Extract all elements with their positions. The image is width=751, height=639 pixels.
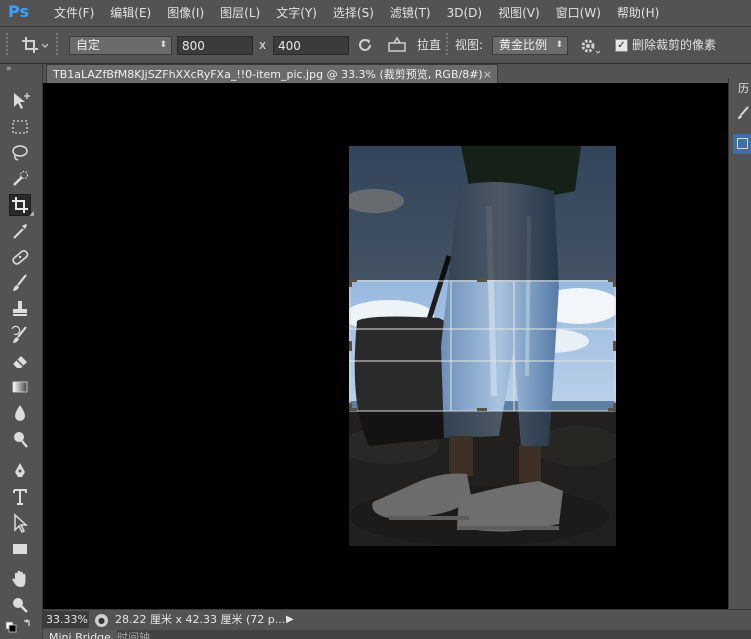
times-sign: x — [259, 38, 267, 52]
menu-3d[interactable]: 3D(D) — [439, 0, 490, 26]
view-label: 视图: — [455, 38, 484, 52]
submenu-corner-icon: ◢ — [29, 210, 34, 217]
document-profile-icon[interactable]: ● — [95, 614, 108, 627]
gradient-tool-icon[interactable] — [9, 376, 31, 398]
clear-rotate-icon[interactable] — [355, 35, 375, 55]
blur-tool-icon[interactable] — [9, 402, 31, 424]
snapshot-thumbnail-icon — [737, 138, 748, 149]
canvas-area[interactable] — [43, 83, 728, 609]
status-menu-arrow-icon[interactable]: ▶ — [286, 610, 294, 630]
rectangle-tool-icon[interactable] — [9, 538, 31, 560]
view-overlay-select[interactable]: 黄金比例 ⬍ — [492, 36, 568, 55]
collapse-arrows-icon[interactable]: » — [6, 64, 12, 74]
options-divider — [446, 33, 448, 57]
options-bar: 自定 ⬍ 800 x 400 拉直 视图: 黄金比例 ⬍ ✓ 删除裁剪的像素 — [0, 27, 751, 64]
type-tool-icon[interactable] — [9, 486, 31, 508]
menu-edit[interactable]: 编辑(E) — [102, 0, 159, 26]
menu-view[interactable]: 视图(V) — [490, 0, 548, 26]
menu-file[interactable]: 文件(F) — [46, 0, 102, 26]
history-brush-tool-icon[interactable] — [9, 324, 31, 346]
bottom-panel-tabs: Mini Bridge 时间轴 — [43, 630, 751, 639]
straighten-icon[interactable] — [386, 36, 410, 54]
clone-stamp-tool-icon[interactable] — [9, 298, 31, 320]
history-snapshot-item[interactable] — [733, 134, 751, 154]
menu-layer[interactable]: 图层(L) — [212, 0, 268, 26]
move-tool-icon[interactable] — [9, 90, 31, 112]
document-info: 28.22 厘米 x 42.33 厘米 (72 p... — [115, 613, 286, 626]
marquee-tool-icon[interactable] — [9, 116, 31, 138]
eyedropper-tool-icon[interactable] — [9, 220, 31, 242]
hand-tool-icon[interactable] — [9, 568, 31, 590]
status-bar: 33.33% ● 28.22 厘米 x 42.33 厘米 (72 p... ▶ — [43, 609, 751, 630]
eraser-tool-icon[interactable] — [9, 350, 31, 372]
view-overlay-value: 黄金比例 — [499, 38, 548, 52]
document-tab-title: TB1aLAZfBfM8KJjSZFhXXcRyFXa_!!0-item_pic… — [53, 68, 483, 81]
crop-height-input[interactable]: 400 — [273, 36, 349, 55]
close-icon[interactable]: × — [483, 65, 492, 83]
crop-width-input[interactable]: 800 — [177, 36, 253, 55]
main-menu: 文件(F) 编辑(E) 图像(I) 图层(L) 文字(Y) 选择(S) 滤镜(T… — [46, 0, 667, 26]
gear-icon[interactable] — [578, 36, 601, 56]
tab-timeline[interactable]: 时间轴 — [111, 630, 156, 639]
menu-select[interactable]: 选择(S) — [325, 0, 382, 26]
history-brush-icon[interactable] — [736, 106, 750, 120]
crop-tool-preset-icon[interactable] — [20, 35, 49, 55]
chevron-down-icon: ⬍ — [555, 40, 563, 50]
menu-help[interactable]: 帮助(H) — [609, 0, 667, 26]
history-panel-strip: 历 — [728, 78, 751, 608]
path-selection-tool-icon[interactable] — [9, 512, 31, 534]
menu-bar: Ps 文件(F) 编辑(E) 图像(I) 图层(L) 文字(Y) 选择(S) 滤… — [0, 0, 751, 27]
crop-tool-icon[interactable]: ◢ — [9, 194, 34, 217]
brush-tool-icon[interactable] — [9, 272, 31, 294]
color-swatches[interactable] — [5, 617, 35, 635]
photoshop-logo: Ps — [8, 2, 29, 21]
menu-window[interactable]: 窗口(W) — [548, 0, 609, 26]
crop-ratio-value: 自定 — [76, 38, 101, 52]
zoom-tool-icon[interactable] — [9, 594, 31, 616]
crop-ratio-select[interactable]: 自定 ⬍ — [69, 36, 172, 55]
menu-filter[interactable]: 滤镜(T) — [382, 0, 439, 26]
tab-mini-bridge[interactable]: Mini Bridge — [43, 630, 117, 639]
delete-cropped-label: 删除裁剪的像素 — [632, 38, 717, 52]
document-tab[interactable]: TB1aLAZfBfM8KJjSZFhXXcRyFXa_!!0-item_pic… — [46, 64, 498, 83]
zoom-level-field[interactable]: 33.33% — [43, 611, 89, 628]
healing-brush-tool-icon[interactable] — [9, 246, 31, 268]
dodge-tool-icon[interactable] — [9, 428, 31, 450]
menu-image[interactable]: 图像(I) — [159, 0, 212, 26]
delete-cropped-checkbox[interactable]: ✓ — [615, 39, 628, 52]
lasso-tool-icon[interactable] — [9, 142, 31, 164]
crop-preview-image[interactable] — [349, 146, 616, 546]
options-divider — [56, 33, 58, 57]
history-panel-tab[interactable]: 历 — [738, 80, 749, 96]
toolbox: » ◢ — [0, 64, 43, 639]
quick-selection-tool-icon[interactable] — [9, 168, 31, 190]
pen-tool-icon[interactable] — [9, 460, 31, 482]
straighten-label[interactable]: 拉直 — [417, 36, 441, 55]
menu-type[interactable]: 文字(Y) — [268, 0, 325, 26]
chevron-down-icon: ⬍ — [159, 40, 167, 50]
options-bar-grip[interactable] — [6, 33, 8, 57]
